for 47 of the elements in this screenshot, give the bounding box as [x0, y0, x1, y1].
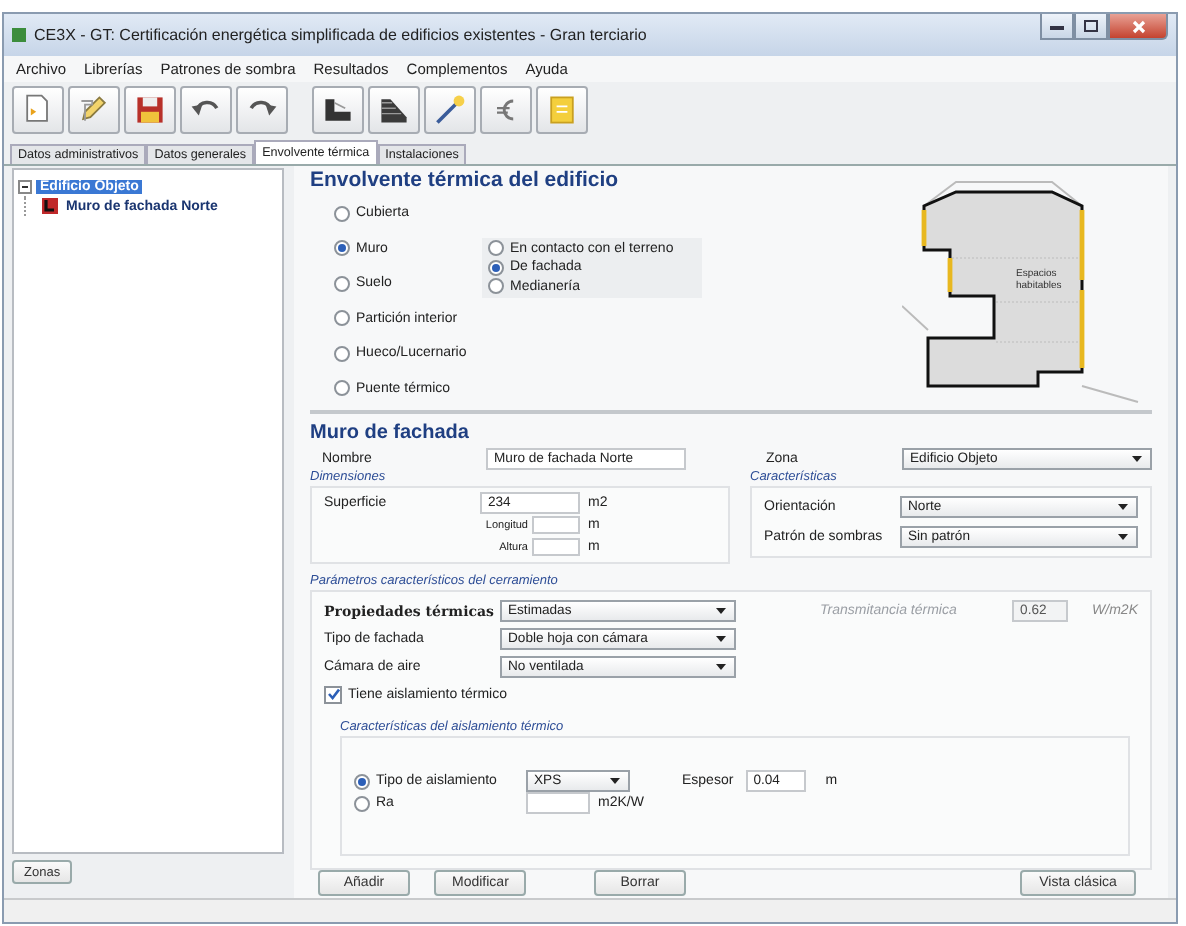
close-icon: [1131, 19, 1145, 33]
save-icon: [132, 92, 168, 128]
save-button[interactable]: [124, 86, 176, 134]
notes-button[interactable]: [536, 86, 588, 134]
radio-button[interactable]: [334, 380, 350, 397]
envelope-button[interactable]: [368, 86, 420, 134]
maximize-icon: [1084, 20, 1098, 32]
input-field[interactable]: [526, 792, 590, 814]
input-field[interactable]: [532, 516, 580, 534]
caret-icon: [716, 663, 726, 669]
window-title: CE3X - GT: Certificación energética simplificada de edificios existentes - Gran terciario: [34, 26, 649, 44]
collapse-icon[interactable]: [18, 179, 32, 193]
undo-button[interactable]: [180, 86, 232, 134]
wizard-button[interactable]: [424, 86, 476, 134]
section-title: Muro de fachada: [310, 422, 471, 444]
wand-icon: [432, 92, 468, 128]
radio-button[interactable]: [334, 310, 350, 327]
radio-button[interactable]: [334, 240, 350, 257]
maximize-button[interactable]: [1074, 14, 1108, 40]
minimize-button[interactable]: [1040, 14, 1074, 40]
economy-button[interactable]: [480, 86, 532, 134]
radio-button[interactable]: [354, 773, 370, 789]
checkbox[interactable]: [324, 685, 342, 703]
radio-button[interactable]: [488, 259, 504, 276]
caret-icon: [1118, 504, 1128, 510]
section-title: Envolvente térmica del edificio: [310, 166, 621, 196]
redo-button[interactable]: [236, 86, 288, 134]
new-document-button[interactable]: [12, 86, 64, 134]
edit-button[interactable]: [68, 86, 120, 134]
close-button[interactable]: [1108, 14, 1168, 40]
caret-icon: [610, 778, 620, 784]
input-field[interactable]: [532, 538, 580, 556]
wall-icon: [42, 198, 58, 214]
radio-button[interactable]: [488, 278, 504, 295]
app-icon: [12, 28, 26, 42]
caret-icon: [716, 607, 726, 613]
caret-icon: [1132, 456, 1142, 462]
radio-button[interactable]: [334, 205, 350, 222]
radio-button[interactable]: [334, 275, 350, 292]
building-button[interactable]: [312, 86, 364, 134]
caret-icon: [716, 635, 726, 641]
radio-button[interactable]: [354, 795, 370, 811]
minimize-icon: [1050, 23, 1064, 29]
note-icon: [544, 92, 580, 128]
caret-icon: [1118, 534, 1128, 540]
radio-button[interactable]: [488, 240, 504, 257]
radio-button[interactable]: [334, 345, 350, 362]
